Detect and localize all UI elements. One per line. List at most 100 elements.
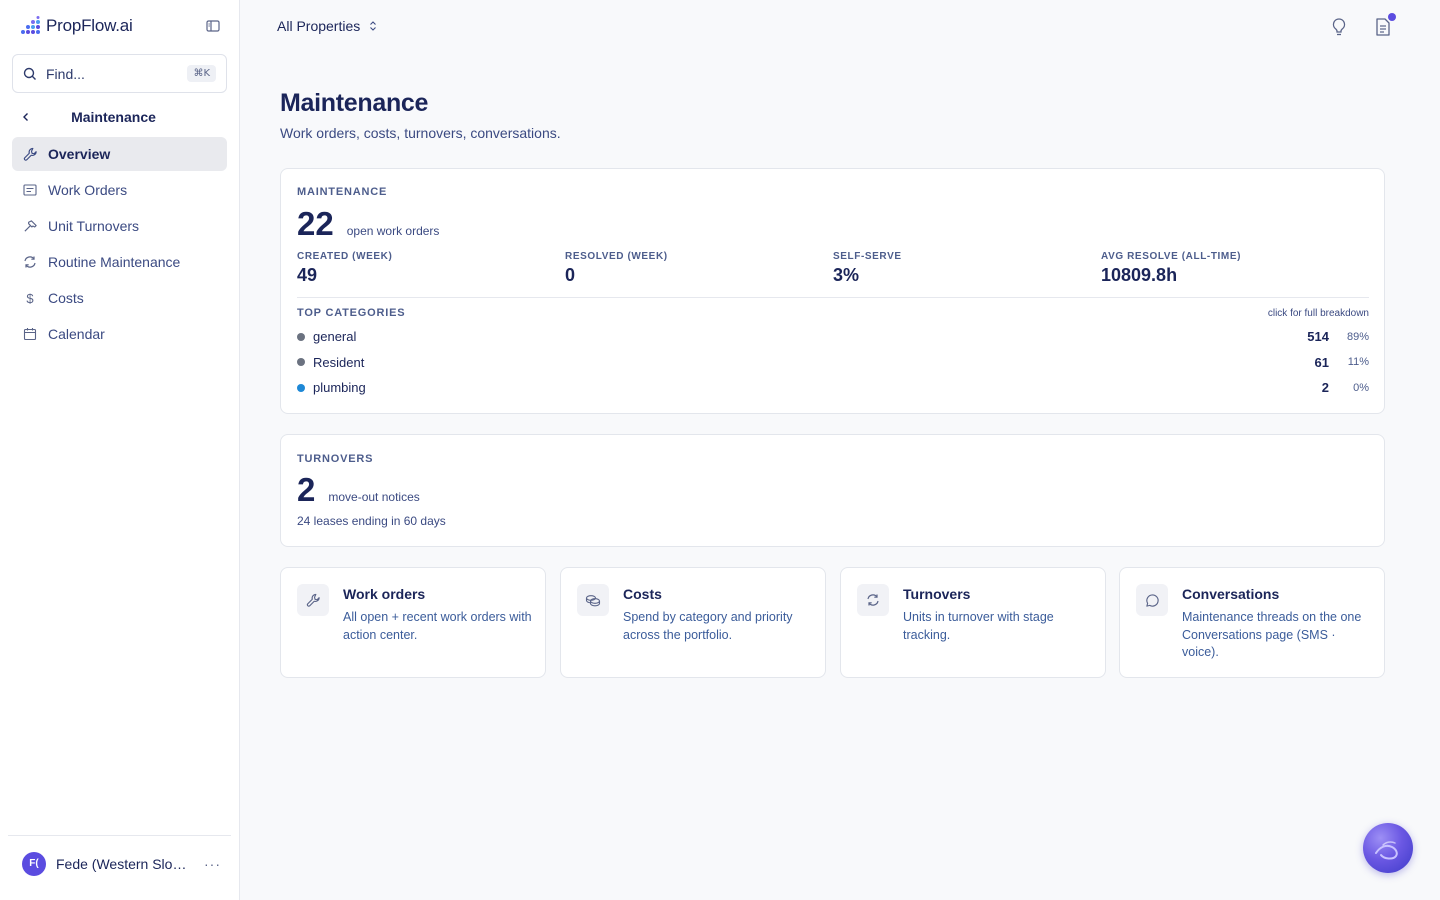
search-shortcut-badge: ⌘K bbox=[187, 65, 216, 82]
sidebar-nav: Overview Work Orders Unit Turnovers Rout… bbox=[12, 137, 227, 353]
card-kicker: MAINTENANCE bbox=[297, 186, 388, 198]
sidebar-section-title: Maintenance bbox=[71, 109, 156, 125]
category-count: 61 bbox=[1314, 354, 1329, 370]
more-icon[interactable]: ··· bbox=[204, 856, 221, 872]
tile-description: Spend by category and priority across th… bbox=[623, 610, 793, 642]
category-dot bbox=[297, 383, 305, 392]
top-categories-title: TOP CATEGORIES bbox=[297, 307, 406, 319]
category-row[interactable]: Resident 61 11% bbox=[297, 350, 1369, 376]
hammer-icon bbox=[22, 218, 38, 234]
tile-title: Work orders bbox=[343, 586, 426, 602]
tile-turnovers[interactable]: Turnovers Units in turnover with stage t… bbox=[840, 567, 1106, 678]
sidebar: PropFlow.ai Find... ⌘K Maintenance Overv… bbox=[0, 0, 240, 900]
sidebar-section-header: Maintenance bbox=[12, 104, 227, 130]
maintenance-summary-card: MAINTENANCE 22 open work orders CREATED … bbox=[280, 168, 1385, 414]
sidebar-item-label: Work Orders bbox=[48, 182, 128, 198]
chat-icon bbox=[1136, 584, 1168, 616]
propflow-logo-icon bbox=[21, 16, 40, 34]
category-dot bbox=[297, 358, 305, 367]
calendar-icon bbox=[22, 326, 38, 342]
sidebar-item-label: Overview bbox=[48, 146, 111, 162]
stat-resolved-week: RESOLVED (WEEK) 0 bbox=[565, 251, 833, 286]
stat-label: CREATED (WEEK) bbox=[297, 251, 393, 262]
tile-conversations[interactable]: Conversations Maintenance threads on the… bbox=[1119, 567, 1385, 678]
page-subtitle: Work orders, costs, turnovers, conversat… bbox=[280, 125, 561, 141]
stat-label: SELF-SERVE bbox=[833, 251, 902, 262]
category-count: 2 bbox=[1321, 380, 1329, 396]
tile-description: All open + recent work orders with actio… bbox=[343, 610, 532, 642]
page-title: Maintenance bbox=[280, 89, 429, 117]
brand-logo[interactable]: PropFlow.ai bbox=[20, 16, 133, 36]
stat-value: 3% bbox=[833, 265, 860, 285]
leases-ending-text: 24 leases ending in 60 days bbox=[297, 514, 446, 528]
dollar-icon: $ bbox=[26, 290, 34, 306]
sidebar-item-label: Calendar bbox=[48, 326, 105, 342]
category-dot bbox=[297, 332, 305, 341]
search-input[interactable]: Find... ⌘K bbox=[12, 54, 227, 93]
sidebar-item-unit-turnovers[interactable]: Unit Turnovers bbox=[12, 209, 227, 243]
tile-title: Costs bbox=[623, 586, 662, 602]
sidebar-item-label: Unit Turnovers bbox=[48, 218, 140, 234]
category-row[interactable]: plumbing 2 0% bbox=[297, 375, 1369, 401]
sidebar-item-label: Costs bbox=[48, 290, 84, 306]
category-percent: 0% bbox=[1353, 381, 1369, 394]
stat-label: AVG RESOLVE (ALL-TIME) bbox=[1101, 251, 1242, 262]
document-icon[interactable] bbox=[1374, 13, 1396, 37]
stat-value: 0 bbox=[565, 265, 576, 285]
stats-row: CREATED (WEEK) 49 RESOLVED (WEEK) 0 SELF… bbox=[297, 251, 1369, 286]
move-out-count: 2 bbox=[297, 471, 316, 508]
category-percent: 89% bbox=[1346, 330, 1369, 343]
card-kicker: TURNOVERS bbox=[297, 453, 374, 465]
turnovers-summary-card[interactable]: TURNOVERS 2 move-out notices 24 leases e… bbox=[280, 434, 1385, 547]
category-count: 514 bbox=[1307, 329, 1329, 345]
sidebar-item-overview[interactable]: Overview bbox=[12, 137, 227, 171]
move-out-label: move-out notices bbox=[328, 490, 420, 504]
refresh-icon bbox=[857, 584, 889, 616]
notification-dot bbox=[1388, 13, 1396, 21]
assistant-swirl-icon bbox=[1375, 841, 1398, 860]
stat-avg-resolve: AVG RESOLVE (ALL-TIME) 10809.8h bbox=[1101, 251, 1369, 286]
tile-costs[interactable]: Costs Spend by category and priority acr… bbox=[560, 567, 826, 678]
open-orders-metric: 22 open work orders bbox=[297, 205, 439, 243]
wrench-icon bbox=[22, 146, 38, 162]
sidebar-item-routine-maintenance[interactable]: Routine Maintenance bbox=[12, 245, 227, 279]
wrench-icon bbox=[297, 584, 329, 616]
sidebar-item-calendar[interactable]: Calendar bbox=[12, 317, 227, 351]
tile-title: Conversations bbox=[1182, 586, 1280, 602]
coins-icon bbox=[577, 584, 609, 616]
full-breakdown-link[interactable]: click for full breakdown bbox=[1268, 308, 1369, 319]
list-icon bbox=[22, 182, 38, 198]
open-orders-label: open work orders bbox=[346, 224, 440, 238]
property-selector[interactable]: All Properties bbox=[277, 18, 378, 34]
search-icon bbox=[23, 67, 36, 80]
avatar: F( bbox=[22, 851, 46, 876]
sidebar-item-work-orders[interactable]: Work Orders bbox=[12, 173, 227, 207]
tile-work-orders[interactable]: Work orders All open + recent work order… bbox=[280, 567, 546, 678]
tile-description: Maintenance threads on the one Conversat… bbox=[1182, 610, 1362, 659]
category-name: plumbing bbox=[313, 380, 366, 396]
tile-description: Units in turnover with stage tracking. bbox=[903, 610, 1054, 642]
user-name: Fede (Western Slope) bbox=[56, 855, 192, 872]
stat-value: 49 bbox=[297, 265, 318, 285]
stat-created-week: CREATED (WEEK) 49 bbox=[297, 251, 565, 286]
stat-value: 10809.8h bbox=[1101, 265, 1178, 285]
sidebar-item-costs[interactable]: $ Costs bbox=[12, 281, 227, 315]
chevron-updown-icon bbox=[370, 21, 377, 31]
refresh-icon bbox=[22, 254, 38, 270]
open-orders-count: 22 bbox=[297, 205, 334, 242]
user-menu[interactable]: F( Fede (Western Slope) ··· bbox=[8, 835, 231, 891]
sidebar-toggle-icon[interactable] bbox=[206, 19, 222, 35]
category-name: Resident bbox=[313, 354, 365, 370]
top-categories-header: TOP CATEGORIES click for full breakdown bbox=[297, 307, 1369, 319]
category-name: general bbox=[313, 329, 357, 345]
categories-list: general 514 89% Resident 61 11% plumbing… bbox=[297, 324, 1369, 401]
stat-self-serve: SELF-SERVE 3% bbox=[833, 251, 1101, 286]
assistant-launcher-button[interactable] bbox=[1363, 823, 1413, 873]
back-chevron-icon[interactable] bbox=[12, 112, 40, 122]
property-selector-label: All Properties bbox=[277, 18, 361, 34]
stat-label: RESOLVED (WEEK) bbox=[565, 251, 668, 262]
sidebar-item-label: Routine Maintenance bbox=[48, 254, 181, 270]
category-percent: 11% bbox=[1347, 356, 1369, 369]
lightbulb-icon[interactable] bbox=[1330, 17, 1348, 37]
category-row[interactable]: general 514 89% bbox=[297, 324, 1369, 350]
